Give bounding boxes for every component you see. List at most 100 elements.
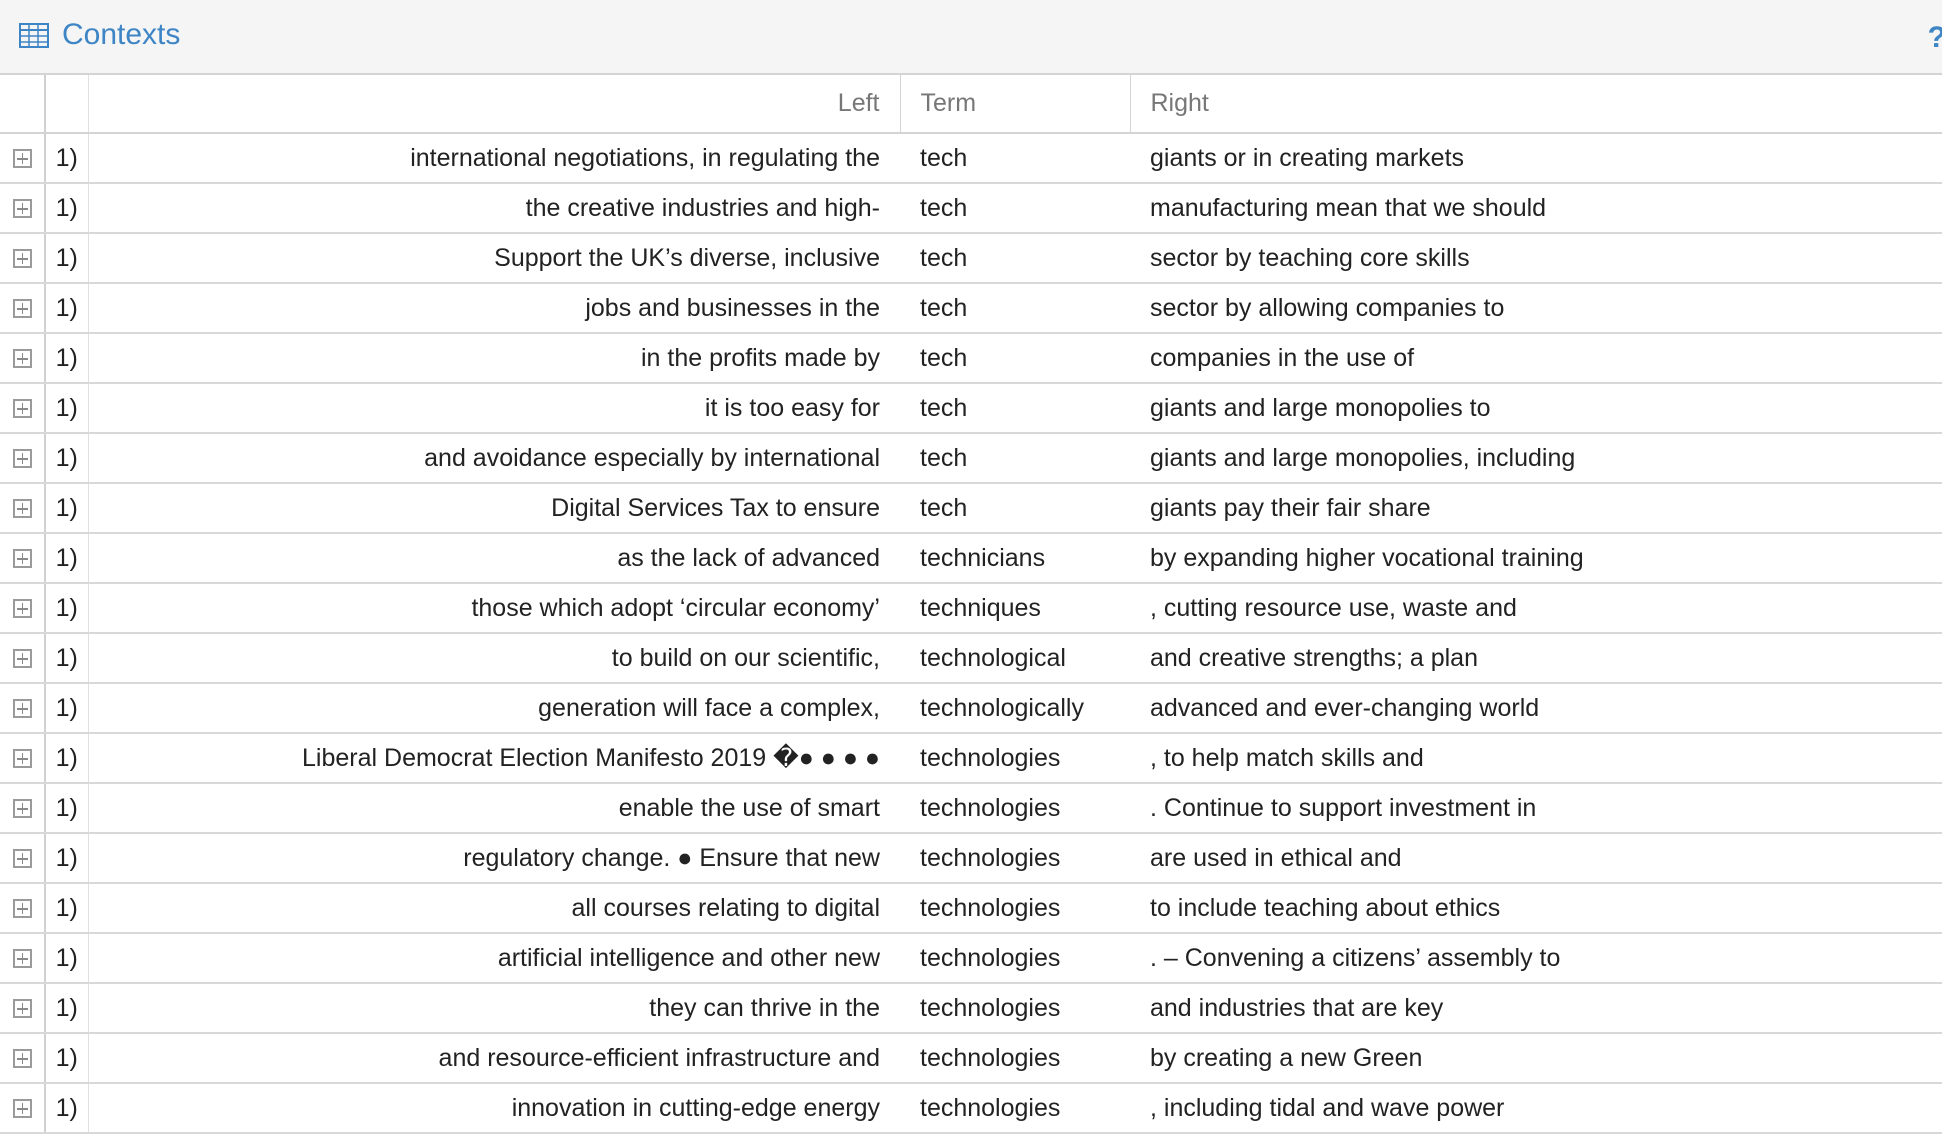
expand-icon[interactable]	[12, 1099, 32, 1119]
expand-cell	[0, 883, 46, 934]
expand-cell	[0, 1083, 46, 1134]
right-context: . – Convening a citizens’ assembly to	[1130, 933, 1942, 984]
table-body: 1) international negotiations, in regulat…	[0, 133, 1942, 1134]
row-number: 1)	[45, 283, 89, 334]
expand-cell	[0, 683, 46, 734]
expand-icon[interactable]	[12, 399, 32, 419]
row-number: 1)	[45, 533, 89, 584]
row-number: 1)	[45, 483, 89, 534]
column-header-term[interactable]: Term	[900, 75, 1131, 134]
table-row[interactable]: 1) generation will face a complex, technol…	[0, 683, 1942, 734]
term: tech	[900, 483, 1130, 534]
right-context: by creating a new Green	[1130, 1033, 1942, 1084]
row-number: 1)	[45, 883, 89, 934]
expand-cell	[0, 833, 46, 884]
term: technologically	[900, 683, 1130, 734]
column-header-left[interactable]: Left	[88, 75, 901, 134]
row-number: 1)	[45, 683, 89, 734]
expand-cell	[0, 983, 46, 1034]
expand-icon[interactable]	[12, 949, 32, 969]
table-row[interactable]: 1) enable the use of smart technologies. C…	[0, 783, 1942, 834]
table-row[interactable]: 1) international negotiations, in regulat…	[0, 133, 1942, 184]
expand-cell	[0, 333, 46, 384]
row-number: 1)	[45, 983, 89, 1034]
right-context: are used in ethical and	[1130, 833, 1942, 884]
right-context: giants pay their fair share	[1130, 483, 1942, 534]
expand-icon[interactable]	[12, 149, 32, 169]
expand-icon[interactable]	[12, 1049, 32, 1069]
contexts-table: Left Term Right 1) international negotiat…	[0, 75, 1942, 1134]
expand-icon[interactable]	[12, 699, 32, 719]
term: technologies	[900, 833, 1130, 884]
table-row[interactable]: 1) to build on our scientific, technologic…	[0, 633, 1942, 684]
table-row[interactable]: 1) artificial intelligence and other new t…	[0, 933, 1942, 984]
expand-icon[interactable]	[12, 199, 32, 219]
expand-icon[interactable]	[12, 849, 32, 869]
left-context: Support the UK’s diverse, inclusive	[88, 233, 900, 284]
expand-cell	[0, 933, 46, 984]
left-context: international negotiations, in regulatin…	[88, 133, 900, 184]
right-context: companies in the use of	[1130, 333, 1942, 384]
expand-icon[interactable]	[12, 249, 32, 269]
expand-icon[interactable]	[12, 349, 32, 369]
term: technological	[900, 633, 1130, 684]
left-context: those which adopt ‘circular economy’	[88, 583, 900, 634]
left-context: Liberal Democrat Election Manifesto 2019…	[88, 733, 900, 784]
expand-icon[interactable]	[12, 899, 32, 919]
table-row[interactable]: 1) Support the UK’s diverse, inclusive tec…	[0, 233, 1942, 284]
expand-cell	[0, 483, 46, 534]
right-context: , cutting resource use, waste and	[1130, 583, 1942, 634]
column-header-right[interactable]: Right	[1130, 75, 1942, 134]
contexts-grid: Left Term Right 1) international negotiat…	[0, 75, 1942, 1138]
table-row[interactable]: 1) the creative industries and high-tech m…	[0, 183, 1942, 234]
expand-icon[interactable]	[12, 299, 32, 319]
expand-cell	[0, 183, 46, 234]
table-row[interactable]: 1) jobs and businesses in the tech sector b…	[0, 283, 1942, 334]
left-context: regulatory change. ● Ensure that new	[88, 833, 900, 884]
row-number: 1)	[45, 233, 89, 284]
expand-icon[interactable]	[12, 449, 32, 469]
table-row[interactable]: 1) those which adopt ‘circular economy’ te…	[0, 583, 1942, 634]
term: tech	[900, 333, 1130, 384]
expand-icon[interactable]	[12, 499, 32, 519]
help-icon[interactable]: ?	[1928, 18, 1942, 58]
row-number: 1)	[45, 933, 89, 984]
table-row[interactable]: 1) it is too easy for tech giants and large…	[0, 383, 1942, 434]
table-row[interactable]: 1) they can thrive in the technologies and …	[0, 983, 1942, 1034]
row-number: 1)	[45, 633, 89, 684]
row-number: 1)	[45, 583, 89, 634]
table-row[interactable]: 1) and avoidance especially by internatio…	[0, 433, 1942, 484]
right-context: and industries that are key	[1130, 983, 1942, 1034]
expand-icon[interactable]	[12, 649, 32, 669]
table-row[interactable]: 1) regulatory change. ● Ensure that new te…	[0, 833, 1942, 884]
expand-icon[interactable]	[12, 549, 32, 569]
row-number: 1)	[45, 733, 89, 784]
expand-icon[interactable]	[12, 749, 32, 769]
table-row[interactable]: 1) in the profits made by tech companies in…	[0, 333, 1942, 384]
table-header-row: Left Term Right	[0, 75, 1942, 134]
table-row[interactable]: 1) all courses relating to digital technol…	[0, 883, 1942, 934]
right-context: giants or in creating markets	[1130, 133, 1942, 184]
table-row[interactable]: 1) as the lack of advanced technicians by e…	[0, 533, 1942, 584]
term: tech	[900, 283, 1130, 334]
left-context: artificial intelligence and other new	[88, 933, 900, 984]
right-context: . Continue to support investment in	[1130, 783, 1942, 834]
left-context: the creative industries and high-	[88, 183, 900, 234]
expand-cell	[0, 783, 46, 834]
term: techniques	[900, 583, 1130, 634]
left-context: and resource-efficient infrastructure an…	[88, 1033, 900, 1084]
term: technologies	[900, 933, 1130, 984]
table-row[interactable]: 1) Digital Services Tax to ensure tech gian…	[0, 483, 1942, 534]
panel-title: Contexts	[62, 18, 181, 51]
row-number: 1)	[45, 133, 89, 184]
expand-icon[interactable]	[12, 599, 32, 619]
expand-cell	[0, 583, 46, 634]
term: tech	[900, 383, 1130, 434]
table-row[interactable]: 1) and resource-efficient infrastructure …	[0, 1033, 1942, 1084]
expand-icon[interactable]	[12, 799, 32, 819]
table-row[interactable]: 1) Liberal Democrat Election Manifesto 20…	[0, 733, 1942, 784]
table-row[interactable]: 1) innovation in cutting-edge energy techn…	[0, 1083, 1942, 1134]
right-context: to include teaching about ethics	[1130, 883, 1942, 934]
row-number: 1)	[45, 833, 89, 884]
expand-icon[interactable]	[12, 999, 32, 1019]
